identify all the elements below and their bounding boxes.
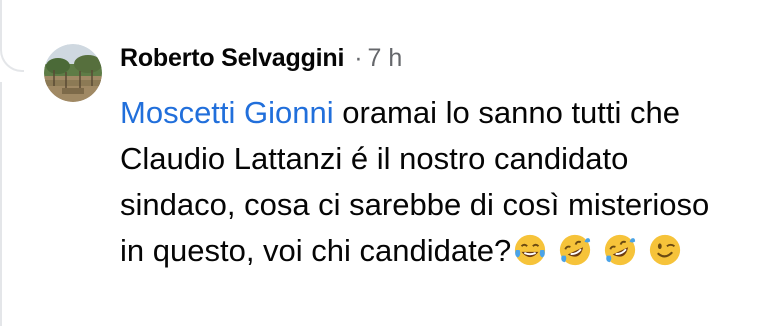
comment-thread: Roberto Selvaggini · 7 h Moscetti Gionni …	[0, 0, 768, 326]
comment-body: Moscetti Gionni oramai lo sanno tutti ch…	[120, 90, 720, 274]
rolling-laughing-emoji	[605, 234, 636, 266]
comment-meta: · 7 h	[354, 44, 402, 73]
winking-face-emoji	[650, 234, 681, 266]
rolling-laughing-emoji	[560, 234, 591, 266]
emoji-group	[513, 233, 693, 267]
comment: Roberto Selvaggini · 7 h Moscetti Gionni …	[120, 44, 760, 274]
thread-line	[0, 82, 2, 326]
timestamp[interactable]: 7 h	[368, 44, 403, 72]
meta-separator: ·	[354, 44, 363, 72]
avatar[interactable]	[44, 44, 102, 102]
tears-of-joy-emoji	[515, 234, 546, 266]
thread-connector-line	[0, 0, 24, 72]
comment-header: Roberto Selvaggini · 7 h	[120, 44, 760, 84]
author-name[interactable]: Roberto Selvaggini	[120, 44, 344, 73]
mention-link[interactable]: Moscetti Gionni	[120, 95, 334, 130]
